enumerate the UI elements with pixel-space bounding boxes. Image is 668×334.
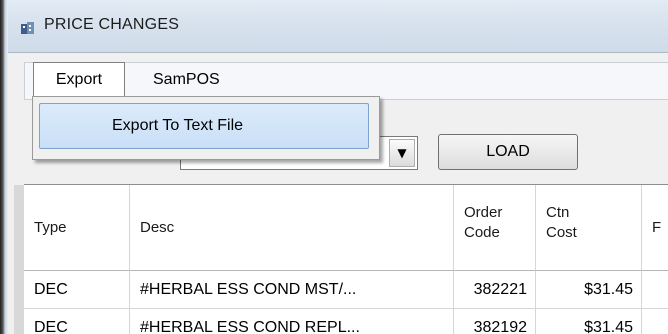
cell-desc[interactable]: #HERBAL ESS COND MST/... [130,271,454,309]
cell-ctn-cost[interactable]: $31.45 [536,271,642,309]
price-changes-window: PRICE CHANGES Export SamPOS ▼ LOAD Expor… [0,0,668,334]
title-bar[interactable]: PRICE CHANGES [8,0,668,53]
cell-extra[interactable] [642,271,668,309]
load-button[interactable]: LOAD [438,134,578,170]
cell-ctn-cost[interactable]: $31.45 [536,309,642,334]
window-title: PRICE CHANGES [44,16,180,33]
column-header-order-code[interactable]: Order Code [454,185,536,271]
column-header-desc[interactable]: Desc [130,185,454,271]
cell-order-code[interactable]: 382192 [454,309,536,334]
price-changes-grid[interactable]: Type Desc Order Code Ctn Cost F DEC #HER… [14,184,668,334]
column-header-ctn-cost[interactable]: Ctn Cost [536,185,642,271]
cell-order-code[interactable]: 382221 [454,271,536,309]
column-header-label: Desc [140,219,175,236]
app-icon [21,22,34,34]
cell-type[interactable]: DEC [24,271,130,309]
grid-row-header-strip [14,185,24,334]
column-header-label: Order Code [464,204,503,241]
menu-sampos[interactable]: SamPOS [143,63,230,97]
export-dropdown-menu: Export To Text File [32,96,380,160]
window-left-border [0,0,8,334]
export-to-text-file-item[interactable]: Export To Text File [39,103,369,149]
column-header-label: Ctn Cost [546,204,577,241]
cell-extra[interactable] [642,309,668,334]
column-header-partial[interactable]: F [642,185,668,271]
cell-type[interactable]: DEC [24,309,130,334]
column-header-label: F [652,219,662,236]
menu-export[interactable]: Export [33,62,125,98]
chevron-down-icon[interactable]: ▼ [389,139,415,167]
menu-bar: Export SamPOS [24,62,668,100]
cell-desc[interactable]: #HERBAL ESS COND REPL... [130,309,454,334]
column-header-label: Type [34,219,67,236]
column-header-type[interactable]: Type [24,185,130,271]
